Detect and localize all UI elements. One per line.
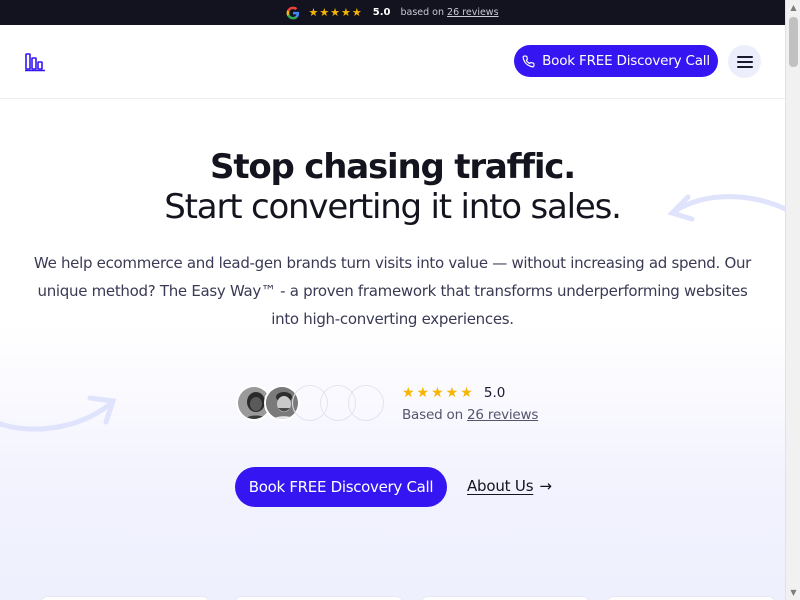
topbar-based-prefix: based on [400,7,445,18]
google-icon [286,6,300,20]
scrollbar-thumb[interactable] [789,17,798,67]
topbar-rating: 5.0 [372,7,391,18]
reviewer-avatars [236,385,396,423]
hero-title: Stop chasing traffic. [210,147,576,187]
decorative-swoosh-arrow-icon [0,395,117,432]
phone-icon [522,54,535,68]
topbar-reviews-link[interactable]: 26 reviews [447,7,498,18]
arrow-right-icon: → [539,477,552,495]
hero-based-on: Based on 26 reviews [402,407,538,423]
review-bar: ★★★★★ 5.0 based on 26 reviews [0,0,785,25]
hero-based-prefix: Based on [402,407,463,423]
topbar-based-on: based on 26 reviews [400,7,498,18]
hero-description: We help ecommerce and lead-gen brands tu… [33,254,752,328]
site-header: Book FREE Discovery Call [0,25,785,99]
hero-stars: ★★★★★ [402,385,475,401]
scroll-down-arrow-icon[interactable]: ▼ [786,585,800,600]
bar-chart-logo-icon[interactable] [24,52,46,72]
about-us-link[interactable]: About Us → [467,477,552,495]
hero-subtitle: Start converting it into sales. [164,187,622,227]
about-us-label: About Us [467,477,534,495]
hero-reviews-link[interactable]: 26 reviews [467,407,538,423]
hero-section: Stop chasing traffic. Start converting i… [0,99,785,600]
vertical-scrollbar[interactable]: ▲ ▼ [785,0,800,600]
card-edge [420,596,590,600]
card-edge [606,596,776,600]
header-book-call-button[interactable]: Book FREE Discovery Call [514,45,718,77]
avatar-placeholder [348,385,384,421]
topbar-stars: ★★★★★ [308,6,363,19]
hero-rating: ★★★★★ 5.0 Based on 26 reviews [402,382,538,423]
hero-book-call-button[interactable]: Book FREE Discovery Call [235,467,447,507]
scroll-up-arrow-icon[interactable]: ▲ [786,0,800,15]
card-edge [40,596,210,600]
menu-button[interactable] [728,45,761,78]
header-cta-label: Book FREE Discovery Call [542,53,710,69]
card-edge [234,596,404,600]
hero-rating-score: 5.0 [483,385,506,401]
hamburger-icon [736,55,753,68]
